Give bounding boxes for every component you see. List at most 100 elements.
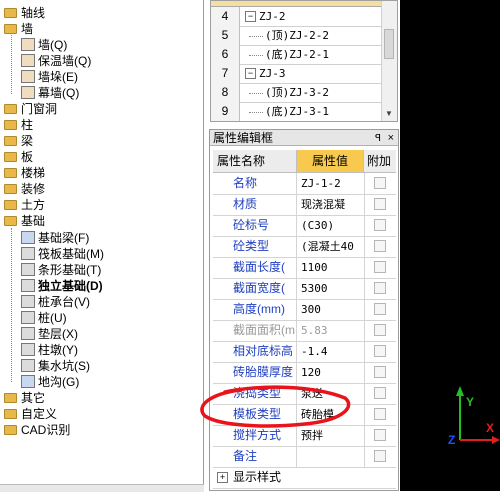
property-value[interactable]: 现浇混凝 (296, 194, 364, 215)
folder-icon (4, 151, 17, 162)
tree-item-column[interactable]: 柱 (4, 117, 33, 133)
tree-item-isolated-footing[interactable]: 独立基础(D) (21, 278, 103, 294)
property-row[interactable]: + 显示样式 (213, 467, 396, 489)
folder-icon (4, 183, 17, 194)
collapse-toggle[interactable]: − (245, 68, 256, 79)
property-value[interactable]: ZJ-1-2 (296, 173, 364, 194)
tree-item-foundation-beam[interactable]: 基础梁(F) (21, 230, 89, 246)
tree-item-openings[interactable]: 门窗洞 (4, 101, 57, 117)
list-row[interactable]: 6 (底)ZJ-2-1 (211, 45, 383, 65)
pile-icon (21, 311, 35, 325)
tree-item-wall-q[interactable]: 墙(Q) (21, 37, 67, 53)
list-row[interactable]: 4 − ZJ-2 (211, 7, 383, 27)
tree-item-raft-foundation[interactable]: 筏板基础(M) (21, 246, 104, 262)
property-name: 高度(mm) (233, 302, 285, 316)
pin-icon[interactable]: ꟼ (375, 131, 381, 147)
extra-cell (364, 257, 397, 278)
property-row[interactable]: 备注 (213, 446, 396, 468)
property-value[interactable]: 5.83 (296, 320, 364, 341)
extra-checkbox[interactable] (374, 177, 386, 189)
3d-viewport[interactable]: Z Y X (400, 0, 500, 491)
tree-item-foundation[interactable]: 基础 (4, 213, 45, 229)
tree-item-stairs[interactable]: 楼梯 (4, 165, 45, 181)
folder-icon (4, 392, 17, 403)
property-row[interactable]: 砖胎膜厚度 120 (213, 362, 396, 384)
extra-checkbox[interactable] (374, 450, 386, 462)
property-value[interactable] (296, 446, 364, 467)
extra-checkbox[interactable] (374, 429, 386, 441)
property-value[interactable]: 1100 (296, 257, 364, 278)
tree-item-other[interactable]: 其它 (4, 390, 45, 406)
tree-item-curtain-wall[interactable]: 幕墙(Q) (21, 85, 79, 101)
tree-item-beam[interactable]: 梁 (4, 133, 33, 149)
property-value[interactable]: (C30) (296, 215, 364, 236)
extra-cell (364, 446, 397, 467)
tree-item-wall[interactable]: 墙 (4, 21, 33, 37)
list-row[interactable]: 8 (顶)ZJ-3-2 (211, 83, 383, 103)
list-row[interactable]: 5 (顶)ZJ-2-2 (211, 26, 383, 46)
extra-checkbox[interactable] (374, 345, 386, 357)
tree-item-custom[interactable]: 自定义 (4, 406, 57, 422)
tree-item-trench[interactable]: 地沟(G) (21, 374, 79, 390)
list-row[interactable]: 7 − ZJ-3 (211, 64, 383, 84)
close-icon[interactable]: × (388, 130, 394, 146)
collapse-toggle[interactable]: − (245, 11, 256, 22)
property-row[interactable]: 砼标号 (C30) (213, 215, 396, 237)
panel-title-bar: 属性编辑框 ꟼ × (210, 130, 398, 146)
extra-cell (364, 194, 397, 215)
tree-connector (249, 93, 263, 94)
column-header-name: 属性名称 (217, 154, 266, 168)
tree-item-label: 幕墙(Q) (38, 86, 80, 100)
tree-item-finishes[interactable]: 装修 (4, 181, 45, 197)
property-name: 砼类型 (233, 239, 270, 253)
property-value[interactable]: (混凝土40 (296, 236, 364, 257)
scroll-down-icon[interactable]: ▼ (385, 109, 393, 118)
extra-checkbox[interactable] (374, 366, 386, 378)
property-row[interactable]: 材质 现浇混凝 (213, 194, 396, 216)
tree-item-pile[interactable]: 桩(U) (21, 310, 67, 326)
property-value[interactable]: 300 (296, 299, 364, 320)
tree-item-sump-pit[interactable]: 集水坑(S) (21, 358, 90, 374)
folder-icon (4, 7, 17, 18)
tree-item-label: 门窗洞 (21, 102, 58, 116)
tree-item-earthwork[interactable]: 土方 (4, 197, 45, 213)
list-row[interactable]: 9 (底)ZJ-3-1 (211, 102, 383, 121)
tree-item-label: CAD识别 (21, 423, 71, 437)
extra-checkbox[interactable] (374, 261, 386, 273)
tree-item-label: 墙垛(E) (38, 70, 78, 84)
tree-item-axis[interactable]: 轴线 (4, 5, 45, 21)
tree-item-label: 桩(U) (38, 311, 67, 325)
tree-item-pile-cap[interactable]: 桩承台(V) (21, 294, 90, 310)
property-row[interactable]: 截面宽度(5300 (213, 278, 396, 300)
list-scrollbar[interactable]: ▼ (381, 1, 397, 121)
scrollbar-thumb[interactable] (384, 29, 394, 59)
extra-checkbox[interactable] (374, 219, 386, 231)
tree-item-slab[interactable]: 板 (4, 149, 33, 165)
extra-checkbox[interactable] (374, 198, 386, 210)
property-row[interactable]: 截面长度(1100 (213, 257, 396, 279)
extra-checkbox[interactable] (374, 408, 386, 420)
property-row[interactable]: 名称 ZJ-1-2 (213, 173, 396, 195)
folder-icon (4, 119, 17, 130)
property-value[interactable]: -1.4 (296, 341, 364, 362)
folder-icon (4, 199, 17, 210)
property-row[interactable]: 相对底标高 -1.4 (213, 341, 396, 363)
property-row[interactable]: 高度(mm) 300 (213, 299, 396, 321)
tree-item-strip-foundation[interactable]: 条形基础(T) (21, 262, 101, 278)
property-row[interactable]: 截面面积(m 5.83 (213, 320, 396, 342)
tree-item-label: 墙(Q) (38, 38, 68, 52)
folder-icon (4, 424, 17, 435)
tree-item-cad-recognition[interactable]: CAD识别 (4, 422, 70, 438)
extra-checkbox[interactable] (374, 240, 386, 252)
extra-checkbox[interactable] (374, 324, 386, 336)
extra-checkbox[interactable] (374, 303, 386, 315)
tree-item-insulation-wall[interactable]: 保温墙(Q) (21, 53, 91, 69)
extra-checkbox[interactable] (374, 282, 386, 294)
property-value[interactable]: 120 (296, 362, 364, 383)
tree-item-cushion[interactable]: 垫层(X) (21, 326, 78, 342)
tree-item-wall-pier[interactable]: 墙垛(E) (21, 69, 78, 85)
tree-item-column-pier[interactable]: 柱墩(Y) (21, 342, 78, 358)
extra-checkbox[interactable] (374, 387, 386, 399)
property-value[interactable]: 5300 (296, 278, 364, 299)
property-row[interactable]: 砼类型 (混凝土40 (213, 236, 396, 258)
